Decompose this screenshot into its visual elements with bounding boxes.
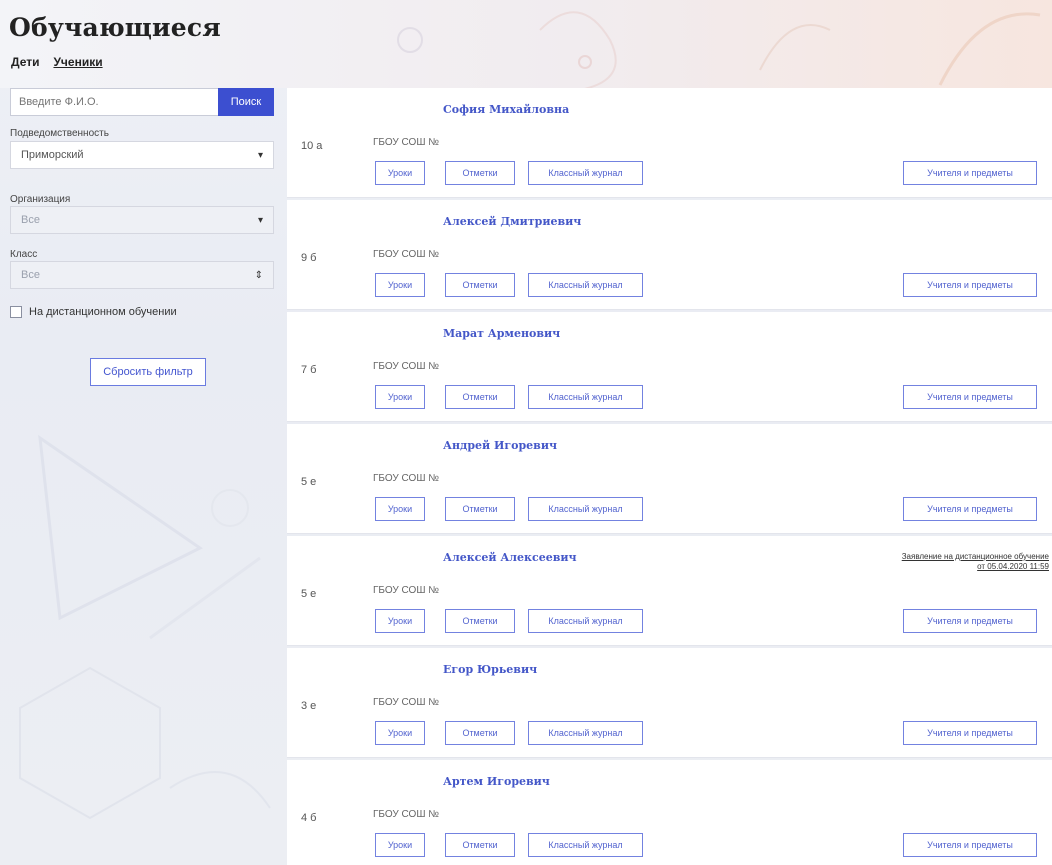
student-card: Егор Юрьевич 3 е ГБОУ СОШ № Уроки Отметк… bbox=[287, 648, 1052, 758]
student-name-link[interactable]: София Михайловна bbox=[443, 103, 569, 116]
lessons-button[interactable]: Уроки bbox=[375, 609, 425, 633]
student-card: Андрей Игоревич 5 е ГБОУ СОШ № Уроки Отм… bbox=[287, 424, 1052, 534]
student-grade: 3 е bbox=[301, 700, 317, 712]
class-label: Класс bbox=[10, 249, 38, 260]
student-card: София Михайловна 10 а ГБОУ СОШ № Уроки О… bbox=[287, 88, 1052, 198]
subordination-value: Приморский bbox=[21, 149, 84, 161]
reset-filter-button[interactable]: Сбросить фильтр bbox=[90, 358, 206, 386]
lessons-button[interactable]: Уроки bbox=[375, 833, 425, 857]
student-school: ГБОУ СОШ № bbox=[373, 249, 440, 260]
teachers-subjects-button[interactable]: Учителя и предметы bbox=[903, 161, 1037, 185]
subordination-label: Подведомственность bbox=[10, 128, 109, 139]
class-journal-button[interactable]: Классный журнал bbox=[528, 833, 643, 857]
search-button[interactable]: Поиск bbox=[218, 88, 274, 116]
marks-button[interactable]: Отметки bbox=[445, 609, 515, 633]
chevron-down-icon: ▾ bbox=[257, 214, 263, 226]
class-journal-button[interactable]: Классный журнал bbox=[528, 273, 643, 297]
student-school: ГБОУ СОШ № bbox=[373, 809, 440, 820]
marks-button[interactable]: Отметки bbox=[445, 833, 515, 857]
student-name-link[interactable]: Алексей Дмитриевич bbox=[443, 215, 581, 228]
lessons-button[interactable]: Уроки bbox=[375, 497, 425, 521]
view-tabs: Дети Ученики bbox=[11, 55, 103, 69]
student-name-link[interactable]: Алексей Алексеевич bbox=[443, 551, 577, 564]
student-school: ГБОУ СОШ № bbox=[373, 473, 440, 484]
student-grade: 5 е bbox=[301, 476, 317, 488]
class-journal-button[interactable]: Классный журнал bbox=[528, 721, 643, 745]
marks-button[interactable]: Отметки bbox=[445, 497, 515, 521]
teachers-subjects-button[interactable]: Учителя и предметы bbox=[903, 497, 1037, 521]
student-card: Алексей Алексеевич Заявление на дистанци… bbox=[287, 536, 1052, 646]
marks-button[interactable]: Отметки bbox=[445, 273, 515, 297]
class-journal-button[interactable]: Классный журнал bbox=[528, 161, 643, 185]
student-school: ГБОУ СОШ № bbox=[373, 585, 440, 596]
student-grade: 10 а bbox=[301, 140, 323, 152]
class-select[interactable]: Все ⇕ bbox=[10, 261, 274, 289]
class-journal-button[interactable]: Классный журнал bbox=[528, 609, 643, 633]
sidebar-background-decoration bbox=[19, 434, 271, 820]
tab-children[interactable]: Дети bbox=[11, 55, 39, 69]
teachers-subjects-button[interactable]: Учителя и предметы bbox=[903, 833, 1037, 857]
subordination-select[interactable]: Приморский ▾ bbox=[10, 141, 274, 169]
marks-button[interactable]: Отметки bbox=[445, 721, 515, 745]
organization-select[interactable]: Все ▾ bbox=[10, 206, 274, 234]
class-value: Все bbox=[21, 269, 40, 281]
marks-button[interactable]: Отметки bbox=[445, 161, 515, 185]
chevron-down-icon: ▾ bbox=[257, 149, 263, 161]
teachers-subjects-button[interactable]: Учителя и предметы bbox=[903, 609, 1037, 633]
teachers-subjects-button[interactable]: Учителя и предметы bbox=[903, 721, 1037, 745]
sort-arrows-icon: ⇕ bbox=[254, 269, 263, 281]
search-input[interactable] bbox=[10, 88, 218, 116]
lessons-button[interactable]: Уроки bbox=[375, 273, 425, 297]
student-name-link[interactable]: Марат Арменович bbox=[443, 327, 560, 340]
distance-learning-filter: На дистанционном обучении bbox=[10, 306, 177, 318]
lessons-button[interactable]: Уроки bbox=[375, 161, 425, 185]
organization-label: Организация bbox=[10, 194, 71, 205]
students-list: София Михайловна 10 а ГБОУ СОШ № Уроки О… bbox=[287, 88, 1052, 865]
page-title: Обучающиеся bbox=[9, 13, 221, 42]
student-school: ГБОУ СОШ № bbox=[373, 137, 440, 148]
organization-value: Все bbox=[21, 214, 40, 226]
tab-students[interactable]: Ученики bbox=[53, 55, 102, 69]
lessons-button[interactable]: Уроки bbox=[375, 385, 425, 409]
distance-application-link[interactable]: Заявление на дистанционное обучение от 0… bbox=[897, 552, 1049, 572]
lessons-button[interactable]: Уроки bbox=[375, 721, 425, 745]
search-row: Поиск bbox=[10, 88, 274, 116]
class-journal-button[interactable]: Классный журнал bbox=[528, 497, 643, 521]
student-name-link[interactable]: Андрей Игоревич bbox=[443, 439, 557, 452]
marks-button[interactable]: Отметки bbox=[445, 385, 515, 409]
distance-learning-checkbox[interactable] bbox=[10, 306, 22, 318]
student-card: Марат Арменович 7 б ГБОУ СОШ № Уроки Отм… bbox=[287, 312, 1052, 422]
student-card: Алексей Дмитриевич 9 б ГБОУ СОШ № Уроки … bbox=[287, 200, 1052, 310]
student-grade: 7 б bbox=[301, 364, 317, 376]
student-school: ГБОУ СОШ № bbox=[373, 361, 440, 372]
student-name-link[interactable]: Егор Юрьевич bbox=[443, 663, 537, 676]
teachers-subjects-button[interactable]: Учителя и предметы bbox=[903, 385, 1037, 409]
student-school: ГБОУ СОШ № bbox=[373, 697, 440, 708]
class-journal-button[interactable]: Классный журнал bbox=[528, 385, 643, 409]
distance-learning-label: На дистанционном обучении bbox=[29, 306, 177, 318]
filter-sidebar: Поиск Подведомственность Приморский ▾ Ор… bbox=[0, 88, 282, 865]
student-grade: 4 б bbox=[301, 812, 317, 824]
teachers-subjects-button[interactable]: Учителя и предметы bbox=[903, 273, 1037, 297]
student-grade: 5 е bbox=[301, 588, 317, 600]
student-card: Артем Игоревич 4 б ГБОУ СОШ № Уроки Отме… bbox=[287, 760, 1052, 865]
student-name-link[interactable]: Артем Игоревич bbox=[443, 775, 550, 788]
student-grade: 9 б bbox=[301, 252, 317, 264]
